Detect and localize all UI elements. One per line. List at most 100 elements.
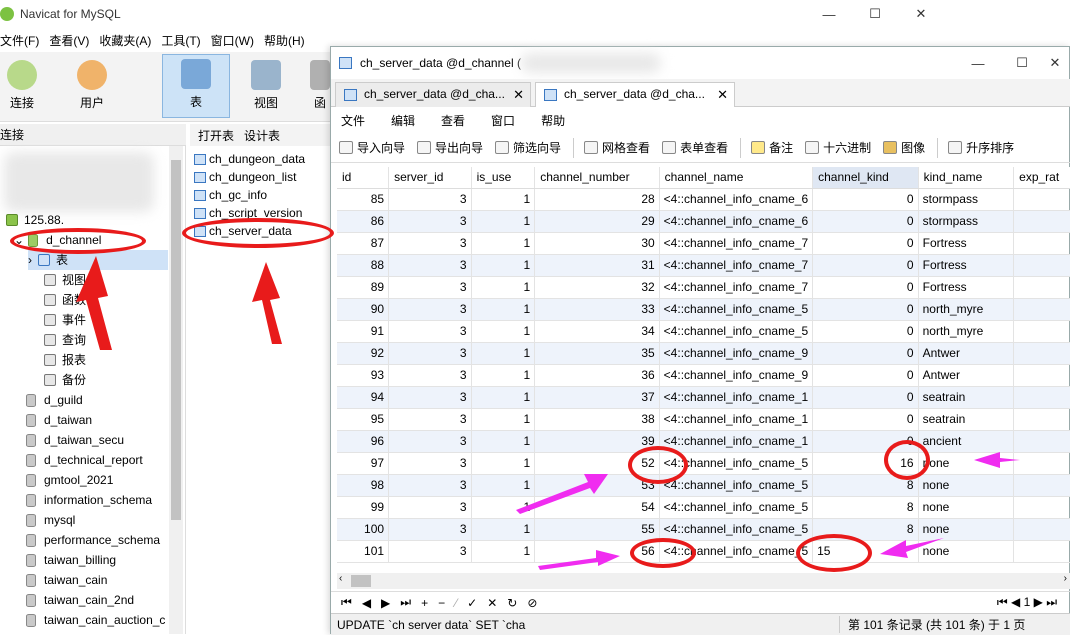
table-cell[interactable]: 1 bbox=[471, 254, 536, 277]
table-cell[interactable]: 30 bbox=[534, 232, 660, 255]
grid-view-button[interactable]: 网格查看 bbox=[584, 139, 650, 156]
hex-button[interactable]: 十六进制 bbox=[805, 139, 871, 156]
table-cell[interactable]: 52 bbox=[534, 452, 660, 475]
column-header[interactable]: kind_name bbox=[918, 167, 1015, 189]
next-record-icon[interactable]: ▶ bbox=[381, 596, 390, 610]
table-cell[interactable]: 38 bbox=[534, 408, 660, 431]
table-cell[interactable]: 93 bbox=[337, 364, 390, 387]
table-cell[interactable]: <4::channel_info_cname_5 bbox=[659, 474, 814, 497]
table-cell[interactable]: 54 bbox=[534, 496, 660, 519]
tree-db[interactable]: d_taiwan_secu bbox=[26, 430, 124, 450]
table-cell[interactable]: 94 bbox=[337, 386, 390, 409]
table-cell[interactable]: 1 bbox=[471, 188, 536, 211]
apply-icon[interactable]: ✓ bbox=[467, 596, 477, 610]
table-cell[interactable]: <4::channel_info_cname_5 bbox=[659, 298, 814, 321]
table-cell[interactable]: 1 bbox=[471, 276, 536, 299]
table-cell[interactable]: 32 bbox=[534, 276, 660, 299]
table-cell[interactable]: <4::channel_info_cname_9 bbox=[659, 342, 814, 365]
tree-db[interactable]: mysql bbox=[26, 510, 75, 530]
table-row[interactable]: 97 3 1 52 <4::channel_info_cname_5 16 none bbox=[337, 452, 1070, 475]
menu-file[interactable]: 文件(F) bbox=[0, 32, 39, 49]
table-cell[interactable]: 0 bbox=[812, 188, 919, 211]
scroll-right-icon[interactable]: › bbox=[1064, 573, 1067, 584]
table-cell[interactable]: 34 bbox=[534, 320, 660, 343]
table-cell[interactable]: 29 bbox=[534, 210, 660, 233]
table-row[interactable]: 85 3 1 28 <4::channel_info_cname_6 0 stormpass bbox=[337, 188, 1070, 211]
last-record-icon[interactable]: ⏭ bbox=[400, 595, 411, 610]
table-cell[interactable] bbox=[1013, 276, 1070, 299]
delete-record-icon[interactable]: − bbox=[438, 596, 445, 610]
table-cell[interactable] bbox=[1013, 496, 1070, 519]
table-cell[interactable] bbox=[1013, 298, 1070, 321]
table-button[interactable]: 表 bbox=[162, 54, 230, 118]
table-cell[interactable]: 0 bbox=[812, 386, 919, 409]
tree-db[interactable]: taiwan_cain_2nd bbox=[26, 590, 134, 610]
table-cell[interactable]: 3 bbox=[388, 540, 472, 563]
close-icon[interactable]: ✕ bbox=[898, 0, 944, 28]
table-cell[interactable]: north_myre bbox=[918, 298, 1015, 321]
scrollbar-thumb[interactable] bbox=[171, 160, 181, 520]
table-cell[interactable]: 39 bbox=[534, 430, 660, 453]
add-record-icon[interactable]: + bbox=[421, 596, 428, 610]
tree-db[interactable]: d_taiwan bbox=[26, 410, 92, 430]
menu-view[interactable]: 查看(V) bbox=[49, 32, 89, 49]
table-cell[interactable]: 3 bbox=[388, 320, 472, 343]
table-cell[interactable]: 1 bbox=[471, 386, 536, 409]
menu-edit[interactable]: 编辑 bbox=[391, 112, 415, 129]
table-cell[interactable]: 55 bbox=[534, 518, 660, 541]
table-cell[interactable]: <4::channel_info_cname_5 bbox=[659, 518, 814, 541]
filter-wizard-button[interactable]: 筛选向导 bbox=[495, 139, 561, 156]
table-cell[interactable]: 90 bbox=[337, 298, 390, 321]
tree-db[interactable]: performance_schema bbox=[26, 530, 160, 550]
tree-functions[interactable]: 函数 bbox=[44, 290, 86, 310]
table-cell[interactable]: 0 bbox=[812, 254, 919, 277]
table-cell[interactable]: north_myre bbox=[918, 320, 1015, 343]
object-item[interactable]: ch_script_version bbox=[194, 204, 302, 222]
column-header[interactable]: id bbox=[337, 167, 390, 189]
tree-backups[interactable]: 备份 bbox=[44, 370, 86, 390]
table-cell[interactable]: 1 bbox=[471, 430, 536, 453]
table-row[interactable]: 96 3 1 39 <4::channel_info_cname_1 0 ancient bbox=[337, 430, 1070, 453]
minimize-icon[interactable]: — bbox=[955, 49, 1001, 77]
table-cell[interactable]: 1 bbox=[471, 210, 536, 233]
table-cell[interactable]: 3 bbox=[388, 210, 472, 233]
tree-db[interactable]: taiwan_billing bbox=[26, 550, 116, 570]
table-row[interactable]: 98 3 1 53 <4::channel_info_cname_5 8 none bbox=[337, 474, 1070, 497]
table-cell[interactable] bbox=[1013, 342, 1070, 365]
table-cell[interactable]: 1 bbox=[471, 298, 536, 321]
discard-icon[interactable]: ✕ bbox=[487, 596, 497, 610]
minimize-icon[interactable]: — bbox=[806, 0, 852, 28]
table-cell[interactable]: 88 bbox=[337, 254, 390, 277]
table-cell[interactable]: 15 bbox=[812, 540, 919, 563]
table-cell[interactable]: 0 bbox=[812, 298, 919, 321]
table-cell[interactable] bbox=[1013, 518, 1070, 541]
table-cell[interactable]: 33 bbox=[534, 298, 660, 321]
open-table-button[interactable]: 打开表 bbox=[198, 127, 234, 144]
table-cell[interactable]: <4::channel_info_cname_7 bbox=[659, 254, 814, 277]
table-cell[interactable]: 0 bbox=[812, 364, 919, 387]
table-cell[interactable]: 0 bbox=[812, 408, 919, 431]
table-cell[interactable]: 1 bbox=[471, 518, 536, 541]
connect-button[interactable]: 连接 bbox=[0, 56, 50, 116]
menu-tools[interactable]: 工具(T) bbox=[161, 32, 200, 49]
table-cell[interactable]: 0 bbox=[812, 276, 919, 299]
table-cell[interactable]: 1 bbox=[471, 496, 536, 519]
column-header[interactable]: server_id bbox=[388, 167, 472, 189]
table-cell[interactable] bbox=[1013, 452, 1070, 475]
tree-events[interactable]: 事件 bbox=[44, 310, 86, 330]
image-button[interactable]: 图像 bbox=[883, 139, 925, 156]
tab-close-icon[interactable]: ✕ bbox=[513, 83, 524, 106]
column-header[interactable]: channel_number bbox=[534, 167, 660, 189]
table-cell[interactable]: Antwer bbox=[918, 342, 1015, 365]
object-item[interactable]: ch_gc_info bbox=[194, 186, 267, 204]
menu-help[interactable]: 帮助(H) bbox=[264, 32, 305, 49]
tree-db[interactable]: taiwan_cain_auction_c bbox=[26, 610, 168, 630]
user-button[interactable]: 用户 bbox=[64, 56, 120, 116]
table-cell[interactable]: 1 bbox=[471, 320, 536, 343]
table-cell[interactable]: <4::channel_info_cname_7 bbox=[659, 232, 814, 255]
table-cell[interactable]: 0 bbox=[812, 232, 919, 255]
table-cell[interactable]: Fortress bbox=[918, 254, 1015, 277]
table-cell[interactable] bbox=[1013, 210, 1070, 233]
table-cell[interactable] bbox=[1013, 430, 1070, 453]
table-cell[interactable]: 37 bbox=[534, 386, 660, 409]
